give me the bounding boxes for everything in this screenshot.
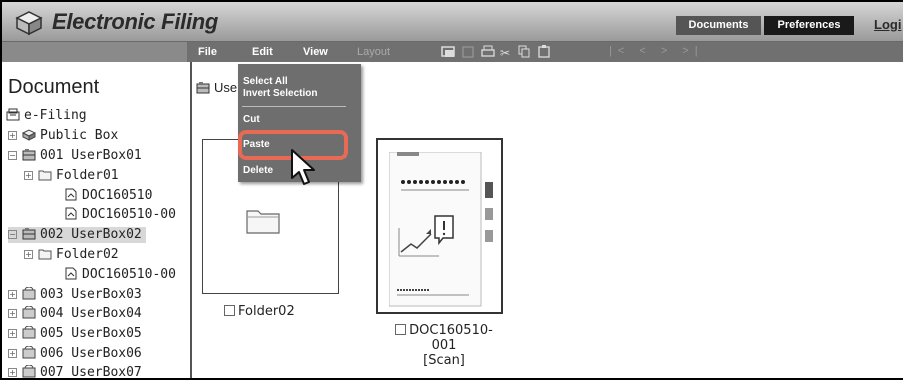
tree-label: 005 UserBox05 [40, 326, 142, 341]
menu-file[interactable]: File [198, 46, 217, 58]
copy-icon[interactable] [518, 45, 530, 58]
menu-delete[interactable]: Delete [243, 165, 273, 176]
expand-toggle-icon[interactable]: + [8, 290, 17, 299]
folder-caption[interactable]: Folder02 [224, 304, 295, 319]
document-type: [Scan] [423, 353, 465, 368]
tab-preferences[interactable]: Preferences [764, 16, 854, 35]
tree-item-userbox07[interactable]: +007 UserBox07 [8, 365, 142, 380]
userbox-icon [22, 346, 36, 359]
expand-toggle-icon[interactable]: + [8, 349, 17, 358]
tree-item-doc160510-00[interactable]: DOC160510-00 [64, 207, 176, 223]
tree-item-folder02[interactable]: + Folder02 [24, 247, 119, 263]
menu-layout[interactable]: Layout [357, 46, 390, 58]
tree-item-userbox03[interactable]: +003 UserBox03 [8, 287, 142, 303]
userbox-icon [22, 228, 36, 240]
efiling-icon [6, 108, 20, 121]
tree-item-doc160510[interactable]: DOC160510 [64, 188, 152, 204]
userbox-icon [22, 287, 36, 300]
public-box-icon [22, 129, 36, 141]
menu-select-all[interactable]: Select All [243, 76, 288, 87]
userbox-icon [196, 82, 210, 94]
menu-bar-sidebar-section [2, 42, 187, 62]
efiling-logo-icon [15, 11, 43, 36]
menu-invert-selection[interactable]: Invert Selection [243, 88, 317, 99]
menu-divider [242, 106, 346, 107]
userbox-icon [22, 306, 36, 319]
sidebar-title: Document [8, 76, 100, 98]
expand-toggle-icon[interactable]: + [8, 131, 17, 140]
tree-item-userbox02[interactable]: − 002 UserBox02 [8, 227, 146, 243]
select-checkbox[interactable] [224, 305, 235, 316]
tree-item-doc160510-00-b[interactable]: DOC160510-00 [64, 267, 176, 283]
tree-item-efiling[interactable]: e-Filing [6, 108, 87, 124]
tree-label: 003 UserBox03 [40, 287, 142, 302]
breadcrumb: User [196, 80, 241, 95]
paste-icon[interactable] [538, 45, 550, 58]
tree-label: 001 UserBox01 [40, 148, 142, 163]
toolbar-icons: ✂ [441, 45, 550, 60]
svg-text:✂: ✂ [500, 46, 510, 60]
app-window: Electronic Filing Documents Preferences … [0, 0, 903, 380]
tree-label: Public Box [40, 128, 119, 143]
tree-item-public-box[interactable]: + Public Box [8, 128, 118, 144]
folder-icon [38, 249, 52, 260]
expand-toggle-icon[interactable]: + [8, 309, 17, 318]
tree-label: 004 UserBox04 [40, 306, 142, 321]
tree-label: DOC160510-00 [82, 207, 176, 222]
expand-toggle-icon[interactable]: + [8, 368, 17, 377]
tab-documents[interactable]: Documents [676, 16, 761, 35]
userbox-icon [22, 365, 36, 378]
tree-label: 007 UserBox07 [40, 365, 142, 380]
properties-icon[interactable] [441, 46, 455, 57]
page-navigation[interactable]: |< < > >| [609, 45, 704, 57]
userbox-icon [22, 149, 36, 161]
menu-edit[interactable]: Edit [252, 46, 273, 58]
tree-label: DOC160510-00 [82, 267, 176, 282]
tree-item-folder01[interactable]: + Folder01 [24, 168, 119, 184]
folder-icon [246, 210, 280, 234]
print-icon[interactable] [481, 45, 495, 57]
expand-toggle-icon[interactable]: + [24, 250, 33, 259]
expand-toggle-icon[interactable]: + [24, 171, 33, 180]
document-thumbnail [389, 152, 493, 307]
tree-item-userbox01[interactable]: − 001 UserBox01 [8, 148, 142, 164]
menu-view[interactable]: View [303, 46, 328, 58]
collapse-toggle-icon[interactable]: − [8, 151, 17, 160]
document-caption[interactable]: DOC160510- 001 [Scan] [384, 323, 504, 368]
document-name-line1: DOC160510- [409, 323, 493, 338]
document-icon [65, 267, 77, 280]
cut-icon[interactable]: ✂ [500, 46, 510, 60]
app-title: Electronic Filing [52, 9, 219, 34]
tree-label: Folder01 [56, 168, 119, 183]
save-icon[interactable] [462, 46, 474, 58]
tree-item-userbox05[interactable]: +005 UserBox05 [8, 326, 142, 342]
document-icon [65, 207, 77, 220]
tree-label: DOC160510 [82, 188, 153, 203]
expand-toggle-icon[interactable]: + [8, 329, 17, 338]
tree-label: Folder02 [56, 247, 119, 262]
tree-label: 006 UserBox06 [40, 346, 142, 361]
userbox-icon [22, 326, 36, 339]
tree-item-userbox04[interactable]: +004 UserBox04 [8, 306, 142, 322]
document-icon [65, 188, 77, 201]
select-checkbox[interactable] [395, 324, 407, 335]
logout-link[interactable]: Logi [874, 17, 901, 32]
folder-icon [38, 170, 52, 181]
tree-label: e-Filing [24, 108, 87, 123]
collapse-toggle-icon[interactable]: − [8, 230, 17, 239]
tree-item-userbox06[interactable]: +006 UserBox06 [8, 346, 142, 362]
menu-cut[interactable]: Cut [243, 114, 260, 125]
folder-name: Folder02 [238, 304, 295, 319]
tree-label: 002 UserBox02 [40, 227, 142, 242]
mouse-pointer-icon [291, 149, 315, 185]
document-name-line2: 001 [431, 338, 457, 353]
